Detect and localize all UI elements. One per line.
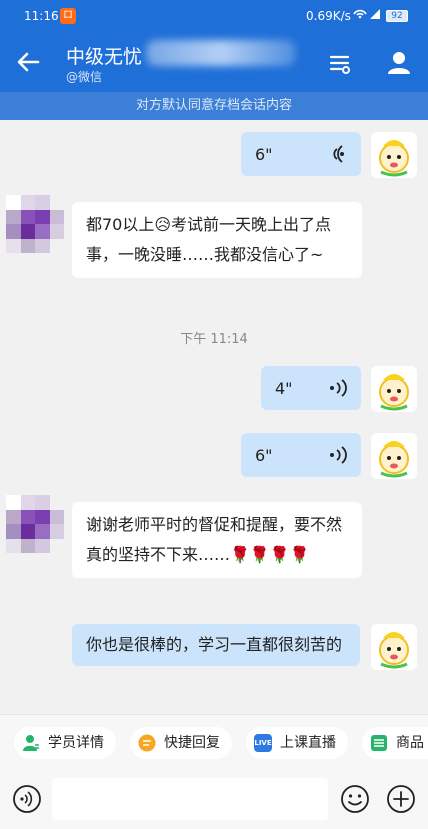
voice-message-outgoing[interactable]: 6" [241, 433, 361, 477]
arrow-left-icon [17, 52, 40, 72]
battery-icon: 92 [386, 10, 408, 22]
student-details-label: 学员详情 [48, 735, 104, 751]
my-avatar[interactable] [371, 366, 417, 412]
live-class-label: 上课直播 [280, 735, 336, 751]
peer-avatar[interactable] [6, 495, 64, 553]
outgoing-message[interactable]: 你也是很棒的，学习一直都很刻苦的 [72, 624, 360, 666]
notification-icon: ロ [60, 8, 76, 24]
incoming-message[interactable]: 谢谢老师平时的督促和提醒，要不然真的坚持不下来……🌹🌹🌹🌹 [72, 502, 362, 578]
smiley-icon [341, 785, 369, 813]
message-input[interactable] [52, 778, 328, 820]
voice-duration: 6" [255, 145, 273, 164]
cartoon-avatar-icon [379, 632, 409, 669]
pixelated-avatar-image [6, 495, 64, 553]
quick-actions-bar: 学员详情 快捷回复 LIVE 上课直播 商品 [0, 714, 428, 770]
status-bar: 11:16 ロ 0.69K/s 92 [0, 0, 428, 32]
chat-bubble-icon [138, 734, 156, 752]
student-icon [23, 735, 39, 751]
wifi-signal-icon [353, 9, 380, 19]
voice-wave-icon [333, 145, 344, 163]
list-settings-icon [329, 55, 350, 74]
message-timestamp: 下午 11:14 [180, 332, 248, 347]
back-button[interactable] [14, 48, 42, 76]
person-icon [388, 52, 410, 74]
my-avatar[interactable] [371, 132, 417, 178]
pixelated-avatar-image [6, 195, 64, 253]
input-bar [0, 770, 428, 829]
voice-input-button[interactable] [12, 784, 42, 814]
incoming-message[interactable]: 都70以上😥考试前一天晚上出了点事，一晚没睡……我都没信心了~ [72, 202, 362, 278]
plus-icon [387, 785, 415, 813]
voice-duration: 6" [255, 446, 273, 465]
cartoon-avatar-icon [379, 441, 409, 478]
chat-title: 中级无忧 [66, 46, 143, 68]
cartoon-avatar-icon [379, 140, 409, 177]
live-icon: LIVE [254, 734, 272, 752]
peer-avatar[interactable] [6, 195, 64, 253]
more-actions-button[interactable] [386, 784, 416, 814]
product-list-icon [371, 735, 387, 751]
my-avatar[interactable] [371, 624, 417, 670]
voice-wave-icon [330, 379, 347, 397]
chat-menu-button[interactable] [328, 52, 352, 76]
voice-duration: 4" [275, 379, 293, 398]
status-time: 11:16 [24, 9, 59, 23]
my-avatar[interactable] [371, 433, 417, 479]
voice-message-outgoing[interactable]: 4" [261, 366, 361, 410]
student-details-button[interactable]: 学员详情 [14, 727, 116, 759]
redacted-name [146, 40, 296, 66]
archive-notice: 对方默认同意存档会话内容 [0, 92, 428, 120]
cartoon-avatar-icon [379, 374, 409, 411]
products-label: 商品 [396, 735, 424, 751]
quick-reply-button[interactable]: 快捷回复 [130, 727, 232, 759]
voice-mode-icon [13, 785, 41, 813]
chat-subtitle: @微信 [66, 70, 103, 84]
voice-wave-icon [330, 446, 347, 464]
voice-message-outgoing[interactable]: 6" [241, 132, 361, 176]
chat-header: 中级无忧 @微信 [0, 32, 428, 92]
signal-icons [352, 7, 382, 24]
live-class-button[interactable]: LIVE 上课直播 [246, 727, 348, 759]
chat-area[interactable]: 6" 都70以上😥考试前一天晚上出了点事，一晚没睡……我都没信心了~ 下午 11… [0, 120, 428, 714]
network-speed: 0.69K/s [306, 9, 351, 23]
emoji-button[interactable] [340, 784, 370, 814]
products-button[interactable]: 商品 [362, 727, 428, 759]
contact-profile-button[interactable] [386, 50, 412, 76]
quick-reply-label: 快捷回复 [164, 735, 220, 751]
